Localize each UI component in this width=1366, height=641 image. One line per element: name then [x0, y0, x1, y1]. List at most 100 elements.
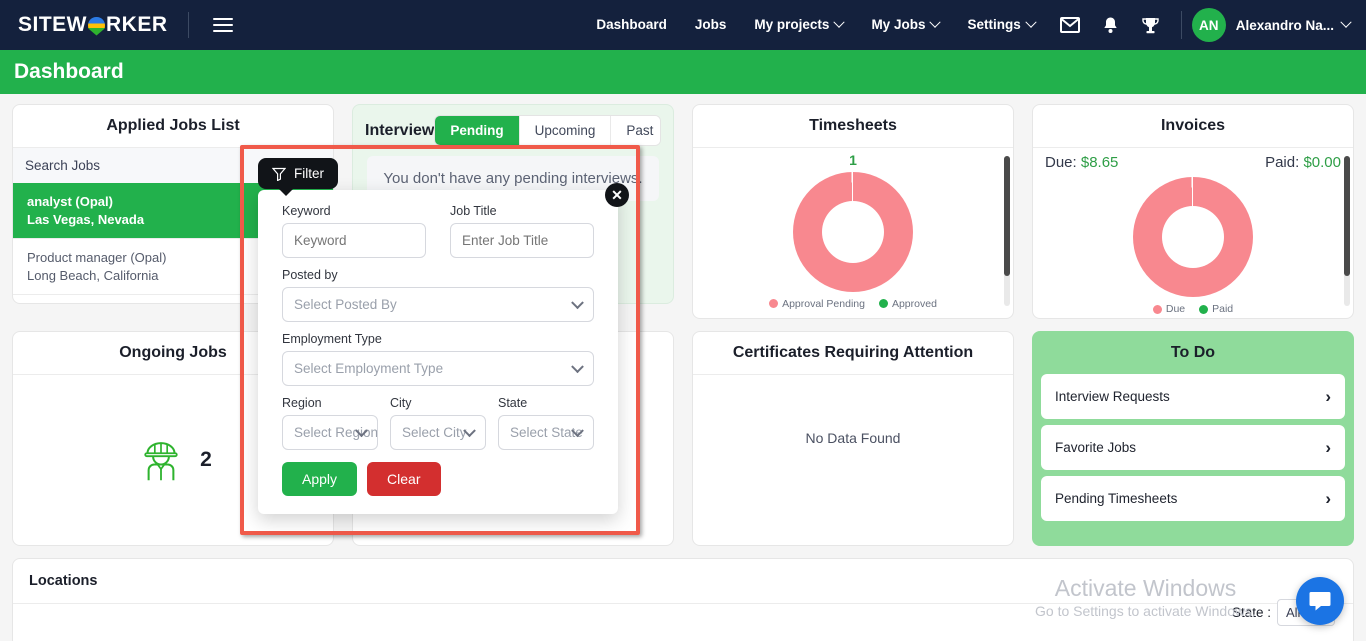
filter-actions: Apply Clear: [282, 462, 594, 496]
filter-button-label: Filter: [294, 166, 324, 181]
employment-type-label: Employment Type: [282, 332, 382, 346]
apply-button[interactable]: Apply: [282, 462, 358, 496]
invoices-paid-label: Paid:: [1265, 154, 1300, 171]
donut-ring: [1133, 177, 1253, 297]
legend-label: Approved: [891, 297, 937, 310]
location-pin-logo-icon: [88, 15, 105, 36]
interview-header: Interview Pending Upcoming Past: [353, 105, 673, 156]
scrollbar[interactable]: [1344, 156, 1350, 306]
filter-popover: Keyword Job Title Posted by Select Poste…: [258, 190, 618, 514]
donut-ring: [793, 171, 913, 292]
chevron-down-icon: [571, 359, 584, 373]
city-label: City: [390, 396, 412, 410]
region-select[interactable]: Select Region: [282, 415, 378, 450]
filter-field-job-title: Job Title: [450, 204, 594, 258]
keyword-label: Keyword: [282, 204, 331, 218]
keyword-input[interactable]: [282, 223, 426, 258]
dashboard-row-1: Applied Jobs List Search Jobs analyst (O…: [12, 104, 1354, 319]
todo-item-favorite-jobs[interactable]: Favorite Jobs ›: [1041, 425, 1345, 470]
hamburger-icon[interactable]: [209, 14, 237, 36]
page-title-label: Dashboard: [14, 60, 124, 83]
todo-item-label: Interview Requests: [1055, 389, 1170, 404]
tab-upcoming[interactable]: Upcoming: [519, 116, 612, 145]
clear-button[interactable]: Clear: [367, 462, 441, 496]
interview-tabs: Pending Upcoming Past: [434, 115, 661, 146]
chevron-down-icon: [571, 295, 584, 309]
chevron-right-icon: ›: [1325, 438, 1331, 457]
nav-item-settings[interactable]: Settings: [953, 0, 1048, 50]
job-title-input[interactable]: [450, 223, 594, 258]
chevron-down-icon: [1025, 16, 1037, 28]
state-select[interactable]: Select State: [498, 415, 594, 450]
nav-label: My Jobs: [871, 17, 926, 32]
nav-item-my-jobs[interactable]: My Jobs: [857, 0, 953, 50]
scrollbar[interactable]: [1004, 156, 1010, 306]
timesheets-card: Timesheets 1 Approval Pending Approved: [692, 104, 1014, 319]
city-value: Select City: [402, 425, 467, 440]
chevron-down-icon: [1340, 16, 1352, 28]
legend-item: Paid: [1199, 303, 1233, 315]
filter-button[interactable]: Filter: [258, 158, 338, 196]
filter-field-employment-type: Employment Type Select Employment Type: [282, 332, 594, 386]
todo-card: To Do Interview Requests › Favorite Jobs…: [1032, 331, 1354, 546]
legend-item: Due: [1152, 303, 1185, 315]
tab-pending[interactable]: Pending: [435, 116, 520, 145]
todo-item-interview-requests[interactable]: Interview Requests ›: [1041, 374, 1345, 419]
brand-logo[interactable]: SITEW RKER: [18, 13, 168, 37]
nav-item-my-projects[interactable]: My projects: [740, 0, 857, 50]
legend-label: Approval Pending: [782, 297, 865, 310]
posted-by-select[interactable]: Select Posted By: [282, 287, 594, 322]
timesheets-count-label: 1: [849, 151, 857, 168]
city-select[interactable]: Select City: [390, 415, 486, 450]
invoices-donut-chart: Due Paid: [1033, 171, 1353, 318]
top-navigation-bar: SITEW RKER Dashboard Jobs My projects My…: [0, 0, 1366, 50]
nav-label: My projects: [754, 17, 830, 32]
bell-icon[interactable]: [1091, 16, 1130, 35]
filter-field-state: State Select State: [498, 396, 594, 450]
invoices-paid-value: $0.00: [1303, 154, 1341, 171]
state-value: Select State: [510, 425, 583, 440]
filter-field-city: City Select City: [390, 396, 486, 450]
todo-item-label: Favorite Jobs: [1055, 440, 1137, 455]
timesheets-legend: Approval Pending Approved: [769, 298, 937, 310]
avatar[interactable]: AN: [1191, 8, 1226, 42]
nav-label: Jobs: [694, 17, 727, 32]
user-menu[interactable]: Alexandro Na...: [1236, 16, 1352, 33]
state-label: State: [498, 396, 528, 410]
locations-card: Locations State : All: [12, 558, 1354, 641]
invoices-legend: Due Paid: [1152, 303, 1233, 315]
funnel-icon: [272, 167, 286, 181]
timesheets-title: Timesheets: [693, 105, 1013, 148]
certificates-title: Certificates Requiring Attention: [693, 332, 1013, 375]
nav-item-jobs[interactable]: Jobs: [681, 0, 741, 50]
nav-label: Settings: [967, 17, 1021, 32]
filter-field-posted-by: Posted by Select Posted By: [282, 268, 594, 322]
state-filter-label: State :: [1231, 605, 1271, 620]
certificates-card: Certificates Requiring Attention No Data…: [692, 331, 1014, 546]
trophy-icon[interactable]: [1130, 16, 1171, 35]
applied-jobs-title: Applied Jobs List: [13, 105, 333, 148]
todo-title: To Do: [1170, 344, 1216, 361]
close-icon[interactable]: ✕: [605, 183, 629, 207]
tab-past[interactable]: Past: [611, 116, 661, 145]
nav-item-dashboard[interactable]: Dashboard: [582, 0, 681, 50]
ongoing-jobs-count: 2: [200, 448, 212, 471]
brand-text-right: RKER: [106, 13, 168, 36]
employment-type-select[interactable]: Select Employment Type: [282, 351, 594, 386]
mail-icon[interactable]: [1049, 17, 1091, 33]
filter-row-region-city-state: Region Select Region City Select City St…: [282, 396, 594, 450]
invoices-paid: Paid: $0.00: [1265, 154, 1341, 171]
interview-title: Interview: [365, 121, 435, 139]
certificates-empty-message: No Data Found: [805, 430, 901, 446]
chat-bubble-icon[interactable]: [1296, 577, 1344, 625]
divider: [1180, 11, 1182, 39]
chevron-right-icon: ›: [1325, 489, 1331, 508]
todo-item-pending-timesheets[interactable]: Pending Timesheets ›: [1041, 476, 1345, 521]
posted-by-label: Posted by: [282, 268, 338, 282]
legend-label: Paid: [1212, 303, 1234, 315]
filter-field-keyword: Keyword: [282, 204, 426, 258]
locations-title: Locations: [13, 559, 1353, 604]
region-label: Region: [282, 396, 322, 410]
invoices-body: Due: $8.65 Paid: $0.00 Due Paid: [1033, 148, 1353, 318]
page-title: Dashboard: [0, 50, 1366, 94]
